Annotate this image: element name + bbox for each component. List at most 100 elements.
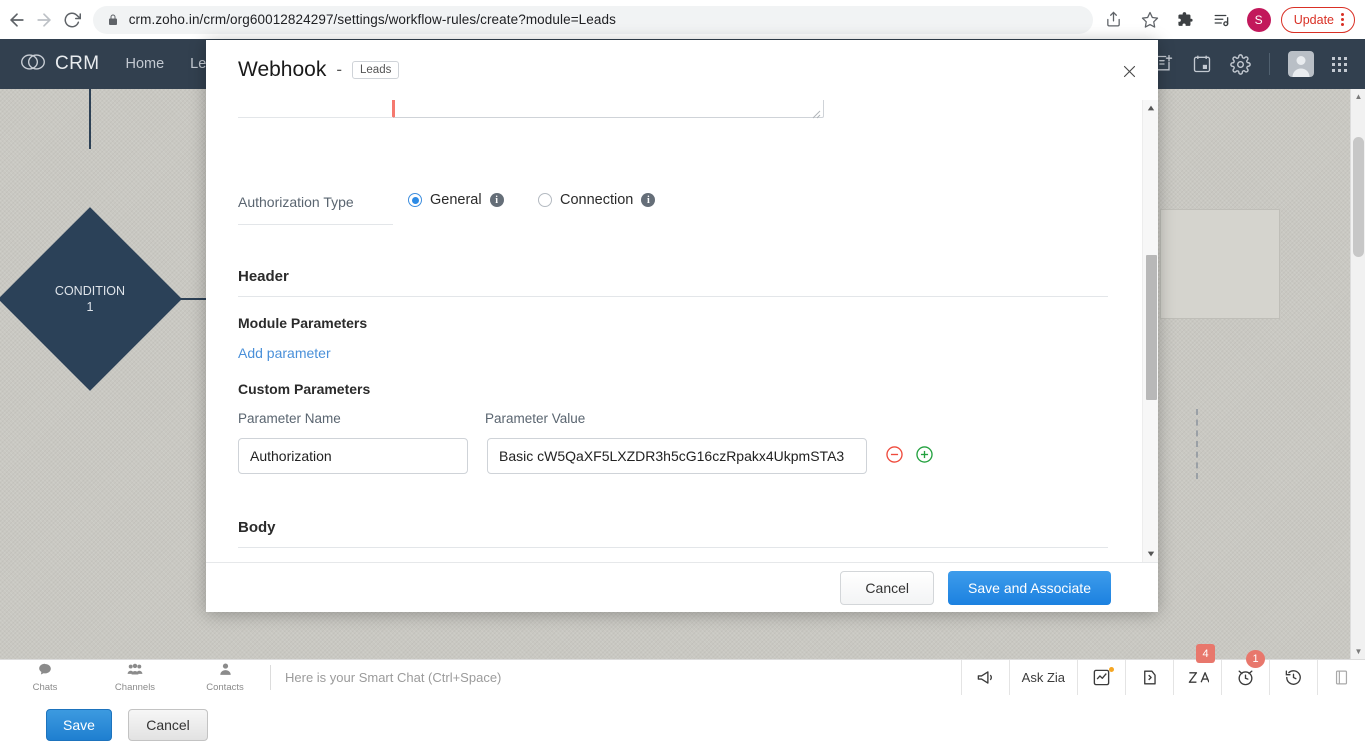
radio-option-general[interactable]: General i (408, 192, 504, 208)
connector-line-vertical (89, 89, 91, 149)
page-scrollbar[interactable]: ▲ ▼ (1350, 89, 1365, 659)
smart-chat-input[interactable]: Here is your Smart Chat (Ctrl+Space) (271, 660, 961, 695)
webhook-modal: Webhook - Leads Authorization Type Gener… (206, 40, 1158, 612)
condition-node-label: CONDITION 1 (25, 234, 155, 364)
section-divider (238, 296, 1108, 297)
modal-title: Webhook (238, 58, 326, 82)
bottom-bar-contacts[interactable]: Contacts (180, 660, 270, 695)
save-and-associate-button[interactable]: Save and Associate (948, 571, 1111, 605)
field-underline (238, 117, 393, 118)
parameter-value-label: Parameter Value (485, 411, 585, 426)
alarm-badge: 1 (1246, 650, 1265, 668)
radio-connection-icon[interactable] (538, 193, 552, 207)
webhook-url-textarea[interactable] (392, 100, 824, 118)
modal-header: Webhook - Leads (206, 40, 1158, 100)
modal-scroll-up-arrow[interactable] (1143, 100, 1159, 116)
crm-header-actions (1154, 51, 1347, 77)
condition-node-title: CONDITION (55, 283, 125, 299)
extensions-puzzle-icon[interactable] (1171, 5, 1201, 35)
chat-bubble-icon (38, 662, 52, 681)
lock-icon (107, 14, 119, 26)
modal-scroll-down-arrow[interactable] (1143, 546, 1159, 562)
resize-grip-icon[interactable] (811, 106, 821, 116)
megaphone-icon[interactable] (961, 660, 1009, 695)
radio-general-icon[interactable] (408, 193, 422, 207)
modal-title-separator: - (336, 60, 342, 80)
settings-gear-icon[interactable] (1230, 54, 1251, 75)
authorization-type-label: Authorization Type (238, 194, 354, 210)
parameter-name-label: Parameter Name (238, 411, 341, 426)
close-icon[interactable] (1118, 60, 1140, 82)
field-underline (238, 224, 393, 225)
bottom-bar-chats[interactable]: Chats (0, 660, 90, 695)
nav-item-home[interactable]: Home (125, 56, 164, 72)
bottom-bar-chats-label: Chats (33, 682, 58, 693)
reading-list-icon[interactable] (1207, 5, 1237, 35)
cancel-button[interactable]: Cancel (840, 571, 934, 605)
browser-profile-avatar[interactable]: S (1247, 8, 1271, 32)
bottom-chat-bar: Chats Channels Contacts Here is your Sma… (0, 659, 1365, 695)
analytics-box-icon[interactable] (1077, 660, 1125, 695)
page-scroll-down-arrow[interactable]: ▼ (1351, 644, 1365, 659)
bottom-bar-actions: Ask Zia 4 1 (961, 660, 1365, 695)
canvas-node-card[interactable] (1160, 209, 1280, 319)
crm-logo[interactable]: CRM (20, 52, 99, 77)
header-divider (1269, 53, 1270, 75)
browser-toolbar: crm.zoho.in/crm/org60012824297/settings/… (0, 0, 1365, 39)
section-divider (238, 547, 1108, 548)
bottom-bar-contacts-label: Contacts (206, 682, 244, 693)
bookmark-star-icon[interactable] (1135, 5, 1165, 35)
bottom-bar-channels-label: Channels (115, 682, 155, 693)
address-bar-url: crm.zoho.in/crm/org60012824297/settings/… (129, 12, 616, 27)
parameter-value-input[interactable]: Basic cW5QaXF5LXZDR3h5cG16czRpakx4UkpmST… (487, 438, 867, 474)
modal-scroll-thumb[interactable] (1146, 255, 1157, 400)
calendar-icon[interactable] (1192, 54, 1212, 74)
workflow-save-button[interactable]: Save (46, 709, 112, 741)
parameter-name-input[interactable]: Authorization (238, 438, 468, 474)
radio-option-connection[interactable]: Connection i (538, 192, 655, 208)
history-clock-icon[interactable] (1269, 660, 1317, 695)
radio-general-label: General (430, 192, 482, 208)
modal-scrollbar[interactable] (1142, 100, 1158, 562)
reload-icon[interactable] (61, 3, 83, 37)
update-button[interactable]: Update (1281, 7, 1355, 33)
address-bar[interactable]: crm.zoho.in/crm/org60012824297/settings/… (93, 6, 1093, 34)
modal-footer: Cancel Save and Associate (206, 562, 1158, 612)
notes-icon[interactable] (1317, 660, 1365, 695)
connector-line-dashed (1196, 409, 1198, 479)
module-badge: Leads (352, 61, 399, 79)
radio-connection-label: Connection (560, 192, 633, 208)
page-scroll-thumb[interactable] (1353, 137, 1364, 257)
zoho-logo-icon (20, 52, 46, 77)
add-parameter-link[interactable]: Add parameter (238, 345, 331, 361)
info-icon[interactable]: i (641, 193, 655, 207)
contact-person-icon (219, 662, 232, 681)
share-icon[interactable] (1099, 5, 1129, 35)
info-icon[interactable]: i (490, 193, 504, 207)
page-scroll-up-arrow[interactable]: ▲ (1351, 89, 1365, 104)
ask-zia-button[interactable]: Ask Zia (1009, 660, 1077, 695)
body-section-title: Body (238, 519, 276, 536)
user-avatar[interactable] (1288, 51, 1314, 77)
share-arrow-icon[interactable] (1125, 660, 1173, 695)
plus-circle-icon[interactable] (915, 445, 934, 464)
notification-dot (1109, 667, 1114, 672)
header-section-title: Header (238, 268, 289, 285)
alarm-clock-icon[interactable]: 1 (1221, 660, 1269, 695)
browser-menu-icon[interactable] (1341, 13, 1344, 26)
back-arrow-icon[interactable] (6, 3, 28, 37)
crm-wordmark: CRM (55, 53, 99, 75)
authorization-type-row: Authorization Type General i Connection … (238, 186, 1098, 226)
minus-circle-icon[interactable] (885, 445, 904, 464)
condition-node-number: 1 (87, 299, 94, 315)
workflow-cancel-button[interactable]: Cancel (128, 709, 208, 741)
forward-arrow-icon[interactable] (34, 3, 56, 37)
modal-scroll-region: Authorization Type General i Connection … (206, 100, 1158, 562)
apps-grid-icon[interactable] (1332, 57, 1347, 72)
zia-icon[interactable]: 4 (1173, 660, 1221, 695)
module-parameters-title: Module Parameters (238, 315, 367, 331)
custom-parameters-title: Custom Parameters (238, 381, 370, 397)
channels-group-icon (127, 662, 143, 681)
bottom-bar-channels[interactable]: Channels (90, 660, 180, 695)
update-label: Update (1294, 13, 1334, 27)
